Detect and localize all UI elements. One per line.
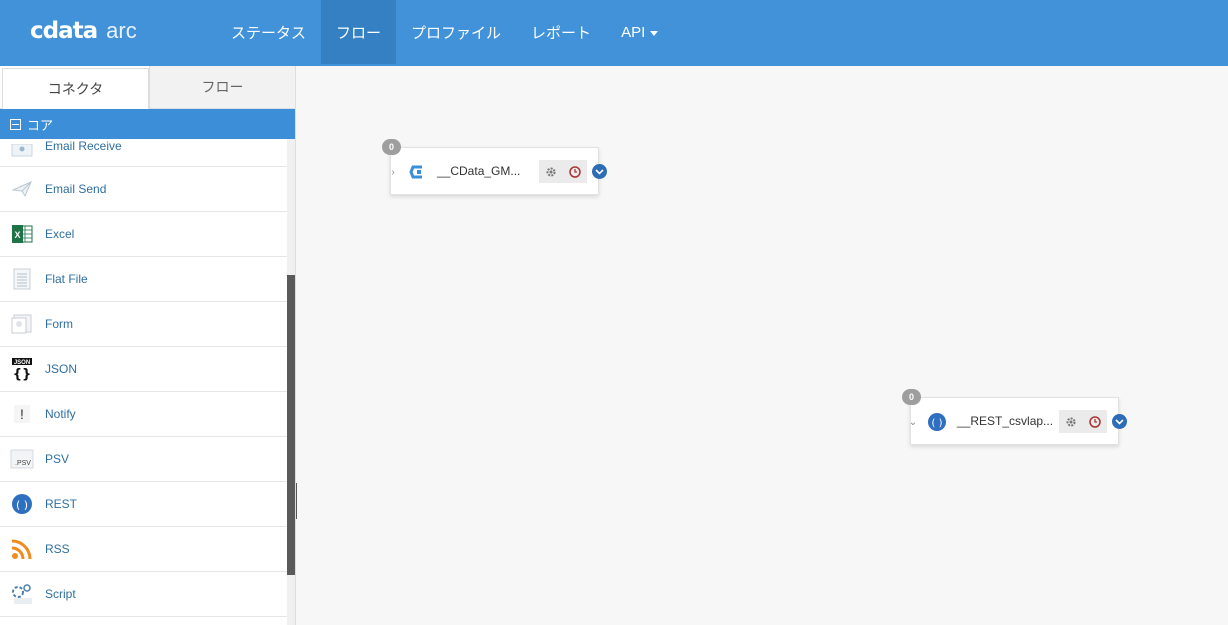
nav-flow[interactable]: フロー — [321, 0, 397, 64]
paper-plane-icon — [10, 177, 34, 201]
section-core-label: コア — [27, 117, 54, 133]
section-core-header[interactable]: コア — [0, 109, 295, 139]
output-port-chevron-down-icon[interactable] — [592, 164, 607, 179]
rest-icon: ( ) — [10, 492, 34, 516]
connector-notify[interactable]: ! Notify — [0, 392, 287, 437]
svg-text:{}: {} — [13, 367, 32, 381]
connector-email-send[interactable]: Email Send — [0, 167, 287, 212]
top-navbar: cdata arc ステータス フロー プロファイル レポート API — [0, 0, 1228, 66]
connector-label: REST — [45, 497, 78, 511]
node-actions — [1059, 410, 1107, 433]
notify-icon: ! — [10, 402, 34, 426]
nav-profile[interactable]: プロファイル — [396, 0, 516, 64]
logo-brand: cdata — [30, 18, 98, 44]
input-port-icon[interactable]: › — [388, 165, 398, 179]
svg-text:JSON: JSON — [14, 360, 30, 366]
connector-list: Email Receive Email Send X Excel Flat Fi… — [0, 139, 287, 617]
nav-profile-label: プロファイル — [411, 24, 502, 42]
sidebar-tabs: コネクタ フロー — [0, 66, 295, 109]
cdata-icon — [407, 162, 427, 182]
json-icon: JSON{} — [10, 357, 34, 381]
clock-icon[interactable] — [1089, 415, 1101, 428]
svg-text:( ): ( ) — [932, 418, 943, 429]
nav-status[interactable]: ステータス — [216, 0, 321, 64]
form-icon — [10, 312, 34, 336]
connector-label: Email Receive — [45, 139, 122, 153]
tab-connectors-label: コネクタ — [47, 81, 104, 97]
connector-label: Excel — [45, 227, 75, 241]
flow-node-rest[interactable]: 0 ⌄ ( ) __REST_csvlap... — [902, 389, 1127, 445]
connector-label: Email Send — [45, 182, 107, 196]
sidebar-scrollbar-thumb[interactable] — [287, 275, 295, 575]
caret-down-icon — [650, 30, 659, 36]
connector-label: RSS — [45, 542, 70, 556]
output-port-chevron-down-icon[interactable] — [1112, 414, 1127, 429]
psv-icon: .PSV — [10, 447, 34, 471]
logo-product: arc — [106, 18, 137, 43]
connector-label: Script — [45, 587, 76, 601]
excel-icon: X — [10, 222, 34, 246]
svg-text:!: ! — [20, 406, 24, 422]
gear-icon[interactable] — [545, 166, 557, 178]
gear-icon[interactable] — [1065, 416, 1077, 428]
connector-sidebar: コネクタ フロー コア Email Receive Email Send X E… — [0, 66, 296, 625]
input-port-icon[interactable]: ⌄ — [908, 415, 918, 429]
connector-script[interactable]: Script — [0, 572, 287, 617]
connector-label: Flat File — [45, 272, 88, 286]
nav-api-label: API — [621, 23, 646, 41]
flow-node-cdata[interactable]: 0 › __CData_GM... — [382, 139, 607, 195]
nav-report-label: レポート — [531, 24, 592, 42]
svg-text:X: X — [14, 230, 20, 240]
email-receive-icon — [10, 139, 34, 163]
connector-email-receive[interactable]: Email Receive — [0, 139, 287, 167]
connector-psv[interactable]: .PSV PSV — [0, 437, 287, 482]
tab-connectors[interactable]: コネクタ — [2, 68, 149, 109]
svg-text:( ): ( ) — [16, 499, 28, 512]
app-logo[interactable]: cdata arc — [30, 18, 137, 44]
nav-report[interactable]: レポート — [516, 0, 606, 64]
rss-icon — [10, 537, 34, 561]
flow-canvas[interactable]: 0 › __CData_GM... 0 ⌄ ( ) __REST_csvlap.… — [297, 66, 1228, 625]
connector-label: Form — [45, 317, 73, 331]
connector-label: JSON — [45, 362, 78, 376]
script-icon — [10, 582, 34, 606]
nav-api-dropdown[interactable]: API — [606, 0, 673, 64]
flat-file-icon — [10, 267, 34, 291]
connector-excel[interactable]: X Excel — [0, 212, 287, 257]
connector-rss[interactable]: RSS — [0, 527, 287, 572]
node-actions — [539, 160, 587, 183]
nav-flow-label: フロー — [336, 24, 382, 42]
connector-label: PSV — [45, 452, 70, 466]
connector-flat-file[interactable]: Flat File — [0, 257, 287, 302]
node-name: __REST_csvlap... — [957, 414, 1054, 428]
collapse-minus-icon — [10, 118, 21, 130]
svg-text:.PSV: .PSV — [15, 460, 31, 467]
node-queue-badge: 0 — [902, 389, 921, 405]
node-queue-badge: 0 — [382, 139, 401, 155]
connector-rest[interactable]: ( ) REST — [0, 482, 287, 527]
nav-status-label: ステータス — [231, 24, 307, 42]
rest-icon: ( ) — [927, 412, 947, 432]
connector-label: Notify — [45, 407, 76, 421]
tab-flows[interactable]: フロー — [149, 66, 295, 108]
node-name: __CData_GM... — [437, 164, 521, 178]
tab-flows-label: フロー — [201, 79, 244, 95]
main-nav: ステータス フロー プロファイル レポート API — [216, 0, 673, 66]
clock-icon[interactable] — [569, 165, 581, 178]
connector-form[interactable]: Form — [0, 302, 287, 347]
connector-json[interactable]: JSON{} JSON — [0, 347, 287, 392]
